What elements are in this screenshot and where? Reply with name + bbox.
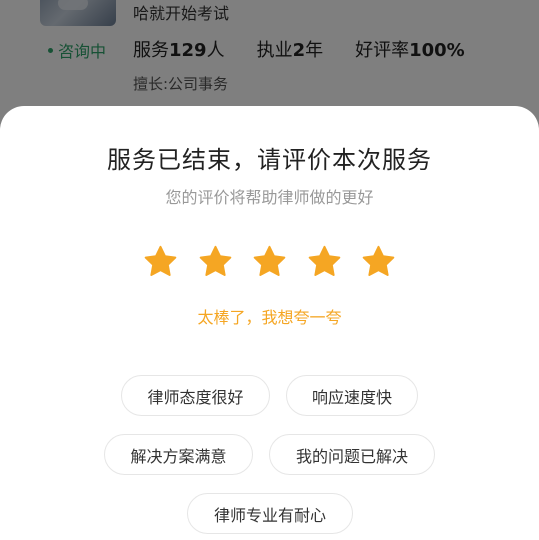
star-icon-4[interactable] bbox=[306, 244, 343, 281]
tag-attitude-good[interactable]: 律师态度很好 bbox=[121, 375, 270, 416]
tag-solution-satisfied[interactable]: 解决方案满意 bbox=[104, 434, 253, 475]
tag-fast-response[interactable]: 响应速度快 bbox=[286, 375, 418, 416]
star-rating bbox=[142, 244, 397, 282]
star-icon-1[interactable] bbox=[142, 244, 179, 281]
review-sheet: 服务已结束，请评价本次服务 您的评价将帮助律师做的更好 太棒了，我想夸一夸 律师… bbox=[0, 106, 539, 540]
star-icon-2[interactable] bbox=[197, 244, 234, 281]
star-icon-3[interactable] bbox=[251, 244, 288, 281]
rating-description: 太棒了，我想夸一夸 bbox=[197, 308, 342, 327]
tag-professional-patient[interactable]: 律师专业有耐心 bbox=[187, 493, 353, 534]
star-icon-5[interactable] bbox=[360, 244, 397, 281]
review-subtitle: 您的评价将帮助律师做的更好 bbox=[165, 188, 374, 207]
tag-problem-solved[interactable]: 我的问题已解决 bbox=[269, 434, 435, 475]
review-title: 服务已结束，请评价本次服务 bbox=[107, 146, 432, 174]
